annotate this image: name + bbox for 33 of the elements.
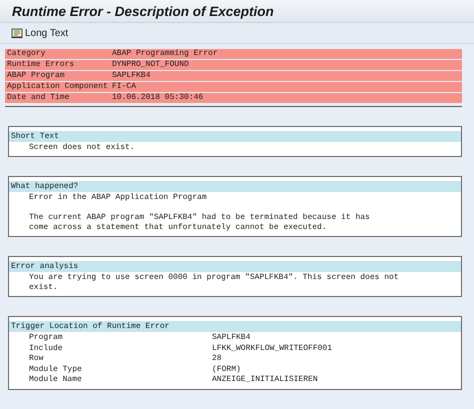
field-label: Module Name bbox=[29, 375, 83, 386]
field-label: Row bbox=[29, 354, 44, 364]
field-label: Runtime Errors bbox=[7, 60, 76, 70]
field-label: Module Type bbox=[29, 364, 83, 375]
field-value: SAPLFKB4 bbox=[112, 71, 152, 81]
field-label: Application Component bbox=[7, 82, 109, 92]
text-line: Screen does not exist. bbox=[29, 143, 136, 153]
field-value: LFKK_WORKFLOW_WRITEOFF001 bbox=[212, 344, 334, 354]
section-title: Error analysis bbox=[9, 261, 461, 272]
section-title: Short Text bbox=[9, 131, 461, 142]
window-title: Runtime Error - Description of Exception bbox=[12, 4, 274, 18]
field-label: Date and Time bbox=[7, 93, 70, 103]
text-line: come across a statement that unfortunately cannot be executed. bbox=[29, 223, 328, 233]
field-label: Category bbox=[7, 49, 46, 59]
field-value: ANZEIGE_INITIALISIEREN bbox=[212, 375, 319, 386]
field-value: FI-CA bbox=[112, 82, 138, 92]
field-value: DYNPRO_NOT_FOUND bbox=[112, 60, 190, 70]
field-value: 10.06.2018 05:30:46 bbox=[112, 93, 204, 103]
field-label: Include bbox=[29, 344, 64, 354]
text-line: The current ABAP program "SAPLFKB4" had to be terminated because it has bbox=[29, 213, 371, 223]
field-label: ABAP Program bbox=[7, 71, 66, 81]
field-value: (FORM) bbox=[212, 364, 242, 375]
section-title: What happened? bbox=[9, 181, 461, 192]
field-label: Program bbox=[29, 333, 64, 344]
book-icon bbox=[11, 28, 23, 38]
text-line: exist. bbox=[29, 283, 59, 293]
field-value: ABAP Programming Error bbox=[112, 49, 219, 59]
section-title: Trigger Location of Runtime Error bbox=[9, 321, 461, 332]
long-text-button[interactable]: Long Text bbox=[9, 26, 70, 40]
field-value: 28 bbox=[212, 354, 223, 364]
text-line: Error in the ABAP Application Program bbox=[29, 193, 208, 203]
text-line: You are trying to use screen 0000 in program "SAPLFKB4". This screen does not bbox=[29, 273, 400, 283]
field-value: SAPLFKB4 bbox=[212, 333, 252, 344]
